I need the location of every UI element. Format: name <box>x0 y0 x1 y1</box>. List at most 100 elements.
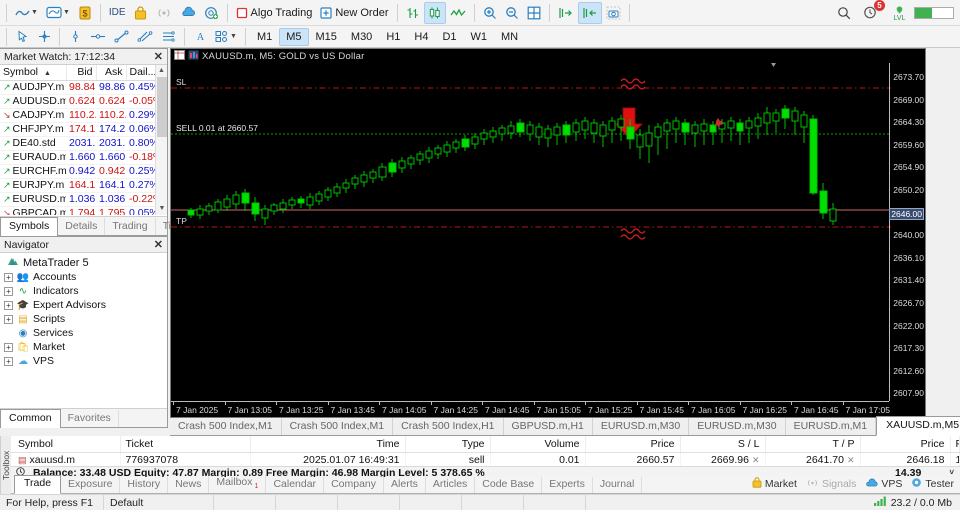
chart-tab-crash-500-index-h1[interactable]: Crash 500 Index,H1 <box>393 418 504 435</box>
text-tool[interactable]: A <box>189 26 211 48</box>
vps-cloud-icon[interactable] <box>176 2 200 24</box>
market-watch-row[interactable]: ↗EURJPY.m164.1...164.1...0.27% <box>0 178 155 193</box>
toolbox-tab-experts[interactable]: Experts <box>542 477 593 493</box>
status-profile[interactable]: Default <box>104 495 214 510</box>
toolbox-tab-alerts[interactable]: Alerts <box>384 477 426 493</box>
navigator-item-market[interactable]: + 🛍 Market <box>4 340 167 354</box>
toolbox-tab-journal[interactable]: Journal <box>593 477 643 493</box>
timeframe-mn[interactable]: MN <box>494 28 525 46</box>
chart-tab-crash-500-index-m1[interactable]: Crash 500 Index,M1 <box>282 418 394 435</box>
navigator-item-indicators[interactable]: + ∿ Indicators <box>4 284 167 298</box>
market-watch-row[interactable]: ↗CHFJPY.m174.1...174.2...0.06% <box>0 122 155 137</box>
timeframe-m30[interactable]: M30 <box>344 28 379 46</box>
navigator-item-expert-advisors[interactable]: + 🎓 Expert Advisors <box>4 298 167 312</box>
navigator-item-scripts[interactable]: + ▤ Scripts <box>4 312 167 326</box>
market-watch-scrollbar[interactable]: ▲ ▼ <box>155 65 167 215</box>
chart-tab-eurusd-m-m1[interactable]: EURUSD.m,M1 <box>786 418 877 435</box>
chart-plot-area[interactable]: SL SELL 0.01 at 2660.57 TP <box>171 63 925 417</box>
zoom-out-icon[interactable] <box>501 2 523 24</box>
chart-tab-eurusd-m-m30[interactable]: EURUSD.m,M30 <box>593 418 690 435</box>
column-symbol[interactable]: Symbol ▲ <box>0 65 67 81</box>
market-watch-row[interactable]: ↗AUDJPY.m98.84198.8610.45% <box>0 80 155 95</box>
equidistant-channel-tool[interactable] <box>133 26 157 48</box>
toolbox-vertical-tab[interactable]: Toolbox <box>0 436 11 494</box>
navigator-item-services[interactable]: ◉ Services <box>4 326 167 340</box>
column-price-open[interactable]: Price <box>585 436 681 453</box>
clear-tp-icon[interactable]: ✕ <box>847 455 855 465</box>
market-watch-row[interactable]: ↘CADJPY.m110.2...110.2...0.29% <box>0 108 155 123</box>
market-watch-row[interactable]: ↗EURAUD.m1.660...1.660...-0.18% <box>0 150 155 165</box>
toolbox-tab-articles[interactable]: Articles <box>426 477 476 493</box>
auto-scroll-icon[interactable] <box>577 1 602 24</box>
new-order-button[interactable]: New Order <box>316 2 392 24</box>
level-icon[interactable]: LVL <box>888 2 911 24</box>
chevron-down-icon[interactable]: ˅ <box>949 468 960 477</box>
column-ticket[interactable]: Ticket <box>120 436 251 453</box>
market-watch-row[interactable]: ↗DE40.std2031...2031...0.80% <box>0 136 155 151</box>
column-volume[interactable]: Volume <box>490 436 586 453</box>
chart-data-window-icon[interactable] <box>174 49 185 63</box>
line-chart-icon[interactable] <box>446 2 470 24</box>
chevron-down-icon[interactable]: ▼ <box>63 9 70 16</box>
chart-tab-eurusd-m-m30[interactable]: EURUSD.m,M30 <box>689 418 786 435</box>
scroll-up-icon[interactable]: ▲ <box>156 65 167 77</box>
column-price-current[interactable]: Price <box>860 436 951 453</box>
scroll-down-icon[interactable]: ▼ <box>156 203 168 215</box>
trade-row[interactable]: ▤ xauusd.m 776937078 2025.01.07 16:49:31 sel… <box>0 452 960 467</box>
market-bag-icon[interactable] <box>130 2 152 24</box>
tester-icon[interactable] <box>200 2 223 24</box>
timeframe-m5[interactable]: M5 <box>279 27 309 46</box>
tab-common[interactable]: Common <box>0 409 61 428</box>
cursor-tool[interactable] <box>11 26 33 48</box>
column-daily[interactable]: Dail... <box>126 65 155 81</box>
timeframe-w1[interactable]: W1 <box>464 28 495 46</box>
horizontal-line-tool[interactable] <box>86 26 110 48</box>
shift-end-icon[interactable] <box>554 2 578 24</box>
column-tp[interactable]: T / P <box>765 436 861 453</box>
tab-details[interactable]: Details <box>58 218 106 235</box>
close-icon[interactable]: ✕ <box>154 238 163 251</box>
toolbox-tab-history[interactable]: History <box>120 477 169 493</box>
toolbox-tab-company[interactable]: Company <box>324 477 385 493</box>
zoom-in-icon[interactable] <box>479 2 501 24</box>
toolbox-tab-trade[interactable]: Trade <box>14 475 62 494</box>
chart-tab-crash-500-index-m1[interactable]: Crash 500 Index,M1 <box>170 418 282 435</box>
expand-icon[interactable]: + <box>4 300 13 310</box>
toolbox-signals-link[interactable]: Signals <box>806 478 856 491</box>
crosshair-tool[interactable] <box>33 26 55 48</box>
grid-icon[interactable] <box>523 2 545 24</box>
bar-chart-icon[interactable] <box>402 2 424 24</box>
column-symbol[interactable]: Symbol <box>0 436 121 453</box>
tab-symbols[interactable]: Symbols <box>0 217 59 236</box>
chart-tab-xauusd-m-m5[interactable]: XAUUSD.m,M5 <box>876 416 960 436</box>
chart-type-line-icon[interactable]: ▼ <box>11 2 42 24</box>
candlestick-chart-icon[interactable] <box>423 1 446 24</box>
ide-button[interactable]: IDE <box>105 2 130 24</box>
toolbox-tab-code-base[interactable]: Code Base <box>475 477 543 493</box>
time-axis[interactable]: 7 Jan 2025 7 Jan 13:05 7 Jan 13:25 7 Jan 13… <box>171 401 890 417</box>
signals-icon[interactable] <box>152 2 176 24</box>
tab-trading[interactable]: Trading <box>105 218 156 235</box>
algo-trading-button[interactable]: Algo Trading <box>232 2 317 24</box>
scrollbar-thumb[interactable] <box>157 77 167 137</box>
toolbox-tab-calendar[interactable]: Calendar <box>266 477 325 493</box>
column-sl[interactable]: S / L <box>680 436 766 453</box>
column-ask[interactable]: Ask <box>96 65 127 81</box>
navigator-item-vps[interactable]: + ☁ VPS <box>4 354 167 368</box>
column-bid[interactable]: Bid <box>66 65 97 81</box>
navigator-item-accounts[interactable]: + 👥 Accounts <box>4 270 167 284</box>
vertical-line-tool[interactable] <box>64 26 86 48</box>
market-watch-row[interactable]: ↗EURUSD.m1.036...1.036...-0.22% <box>0 192 155 207</box>
toolbox-tab-exposure[interactable]: Exposure <box>61 477 121 493</box>
timeframe-m1[interactable]: M1 <box>250 28 279 46</box>
tab-favorites[interactable]: Favorites <box>61 410 119 427</box>
column-type[interactable]: Type <box>405 436 491 453</box>
search-icon[interactable] <box>833 2 855 24</box>
chevron-down-icon[interactable]: ▼ <box>230 33 237 40</box>
expand-icon[interactable]: + <box>4 356 13 366</box>
currency-icon[interactable]: $ <box>74 2 96 24</box>
market-watch-row[interactable]: ↗EURCHF.m0.942...0.942...0.25% <box>0 164 155 179</box>
market-watch-row[interactable]: ↘GBPCAD.m1.794...1.795...0.05% <box>0 206 155 215</box>
chart-window[interactable]: XAUUSD.m, M5: GOLD vs US Dollar SL SELL … <box>170 48 926 418</box>
timeframe-h4[interactable]: H4 <box>407 28 435 46</box>
